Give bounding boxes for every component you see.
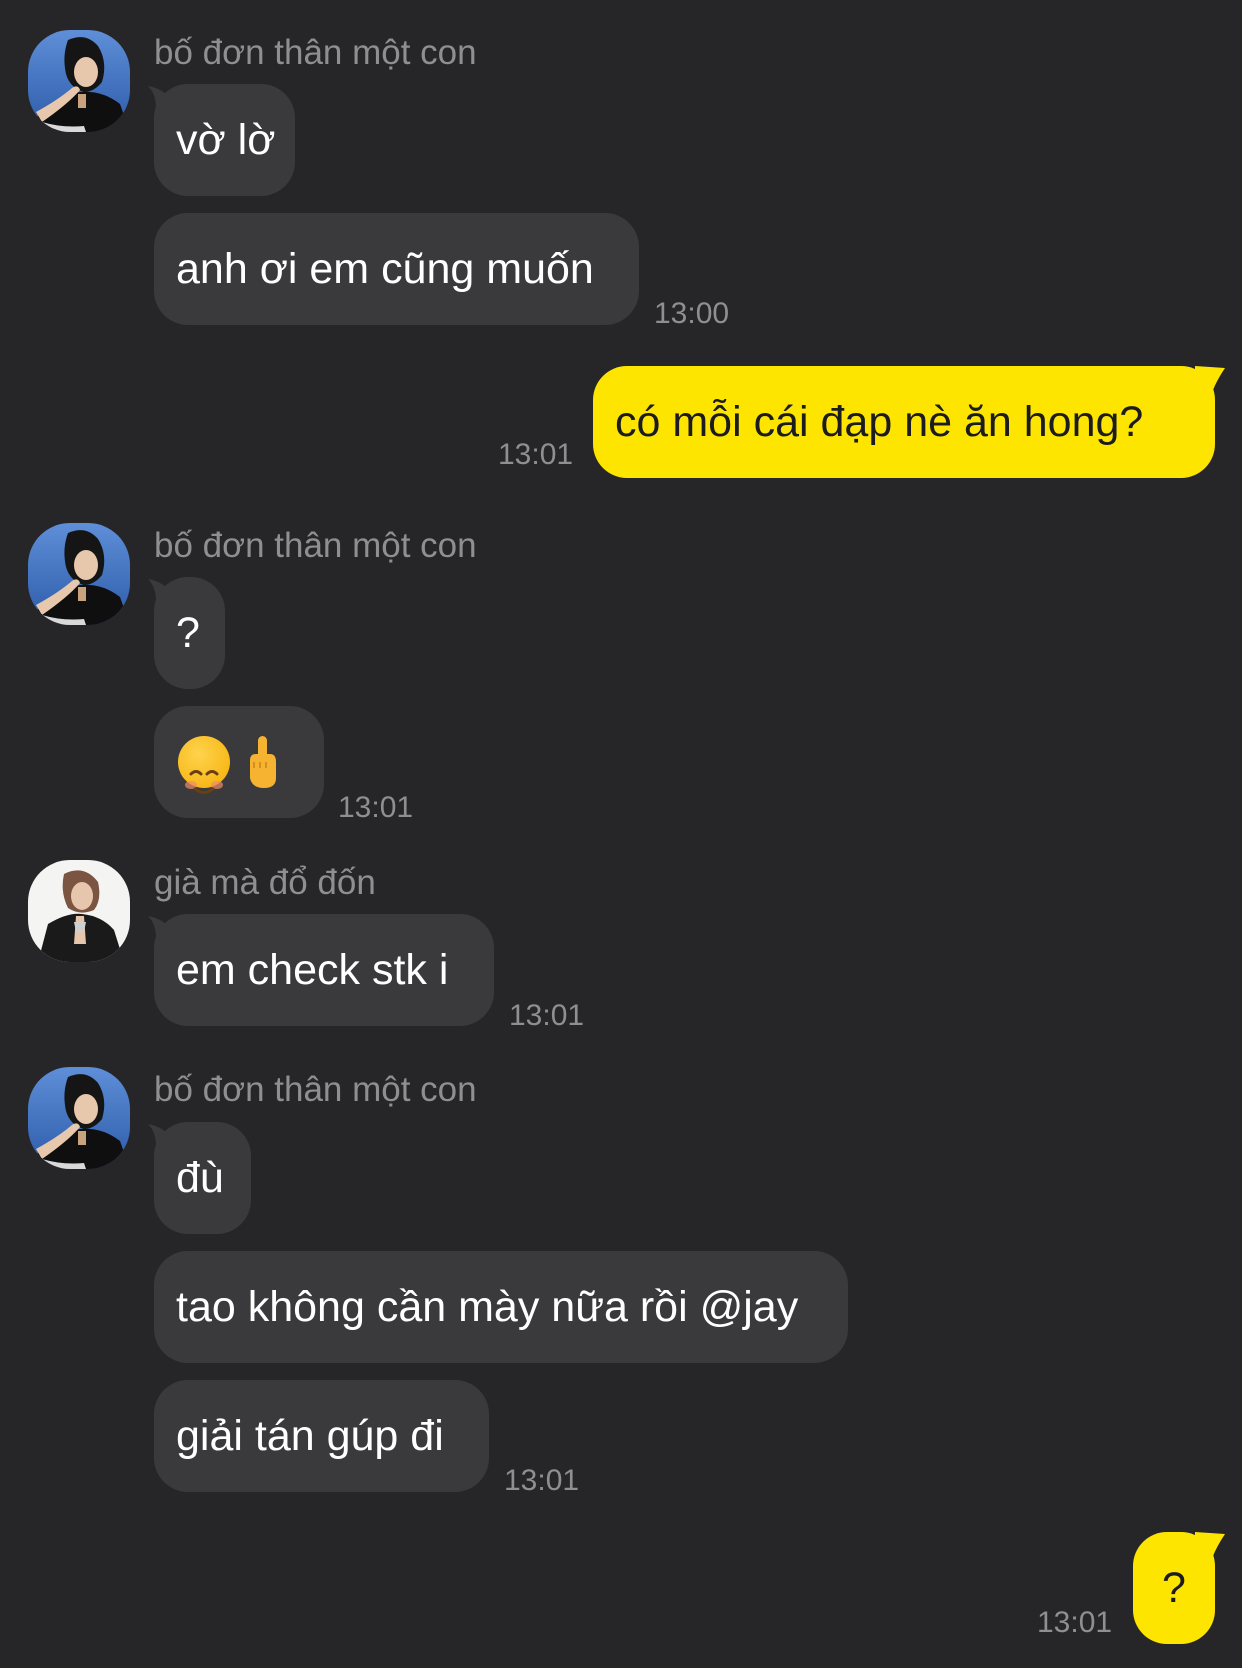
avatar-image xyxy=(28,523,130,625)
message-timestamp: 13:01 xyxy=(504,1464,580,1497)
smiling-face-emoji xyxy=(178,736,230,794)
avatar[interactable] xyxy=(28,523,130,625)
avatar[interactable] xyxy=(28,30,130,132)
avatar-image xyxy=(28,1067,130,1169)
sender-name: già mà đổ đốn xyxy=(154,863,376,902)
bubble-tail xyxy=(1195,1532,1225,1556)
message-text: tao không cần mày nữa rồi @jay xyxy=(176,1283,799,1331)
message-bubble[interactable] xyxy=(154,706,324,818)
middle-finger-emoji xyxy=(250,736,276,788)
message-text: đù xyxy=(176,1154,224,1202)
message-bubble[interactable]: anh ơi em cũng muốn xyxy=(154,213,639,325)
message-timestamp: 13:01 xyxy=(1037,1606,1113,1639)
message-timestamp: 13:00 xyxy=(654,297,730,330)
bubble-tail xyxy=(1195,366,1225,390)
message-bubble[interactable]: giải tán gúp đi xyxy=(154,1380,489,1492)
message-text: ? xyxy=(176,609,200,657)
avatar[interactable] xyxy=(28,1067,130,1169)
message-timestamp: 13:01 xyxy=(509,999,585,1032)
sender-name: bố đơn thân một con xyxy=(154,33,477,72)
avatar[interactable] xyxy=(28,860,130,962)
message-text: ? xyxy=(1162,1564,1186,1612)
message-bubble-mine[interactable]: có mỗi cái đạp nè ăn hong? xyxy=(593,366,1215,478)
message-text: giải tán gúp đi xyxy=(176,1412,444,1460)
sender-name: bố đơn thân một con xyxy=(154,1070,477,1109)
sender-name: bố đơn thân một con xyxy=(154,526,477,565)
message-bubble[interactable]: tao không cần mày nữa rồi @jay xyxy=(154,1251,848,1363)
message-text: anh ơi em cũng muốn xyxy=(176,245,594,293)
avatar-image xyxy=(28,860,130,962)
message-text: em check stk i xyxy=(176,946,449,994)
avatar-image xyxy=(28,30,130,132)
message-timestamp: 13:01 xyxy=(338,791,414,824)
message-bubble[interactable]: ? xyxy=(154,577,225,689)
message-text: có mỗi cái đạp nè ăn hong? xyxy=(615,398,1144,446)
message-bubble[interactable]: em check stk i xyxy=(154,914,494,1026)
message-timestamp: 13:01 xyxy=(498,438,574,471)
message-bubble[interactable]: đù xyxy=(154,1122,251,1234)
message-bubble[interactable]: vờ lờ xyxy=(154,84,295,196)
message-text: vờ lờ xyxy=(176,116,276,164)
